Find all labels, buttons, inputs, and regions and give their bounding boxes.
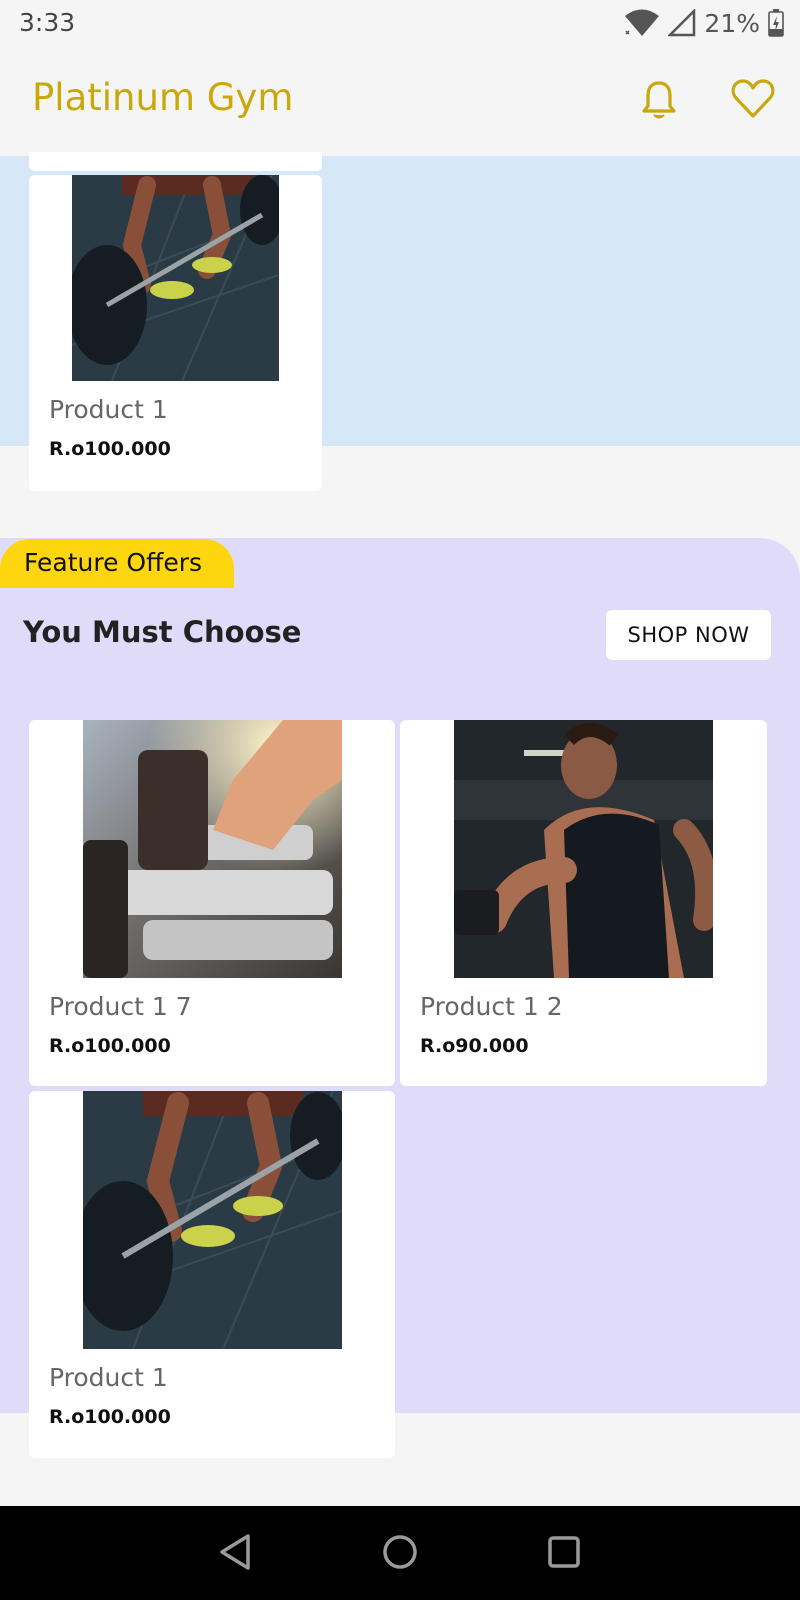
cell-signal-icon [668,9,696,37]
product-price: R.o90.000 [420,1035,529,1057]
product-card-partial[interactable] [29,152,322,171]
status-icons: 21% [624,6,784,40]
feature-offers-tag: Feature Offers [0,539,234,588]
wifi-icon [625,9,660,36]
back-icon[interactable] [218,1532,252,1572]
man-bicep-curl-photo [454,720,713,978]
product-image [83,1091,342,1349]
feature-offers-label: Feature Offers [24,548,203,577]
deadlift-barbell-photo [72,175,279,381]
status-time: 3:33 [19,8,76,37]
section-title: You Must Choose [23,615,302,649]
product-name: Product 1 7 [49,992,192,1021]
product-name: Product 1 [49,1363,168,1392]
bell-icon[interactable] [636,76,682,122]
battery-percent: 21% [704,8,760,38]
product-image [72,175,279,381]
battery-charging-icon [768,9,784,37]
status-bar: 3:33 21% [0,0,800,48]
heart-icon[interactable] [730,76,776,122]
product-card[interactable]: Product 1 7 R.o100.000 [29,720,395,1086]
product-name: Product 1 [49,395,168,424]
shop-now-button[interactable]: SHOP NOW [606,610,771,660]
product-name: Product 1 2 [420,992,563,1021]
app-bar: Platinum Gym [0,48,800,156]
home-icon[interactable] [382,1532,418,1572]
app-title: Platinum Gym [32,76,294,119]
product-image [454,720,713,978]
product-card[interactable]: Product 1 R.o100.000 [29,1091,395,1458]
system-nav-bar [0,1506,800,1600]
product-card[interactable]: Product 1 2 R.o90.000 [400,720,767,1086]
product-image [83,720,342,978]
deadlift-barbell-photo [83,1091,342,1349]
product-price: R.o100.000 [49,438,171,460]
product-price: R.o100.000 [49,1035,171,1057]
recents-icon[interactable] [547,1532,581,1572]
dumbbell-rack-photo [83,720,342,978]
product-price: R.o100.000 [49,1406,171,1428]
product-card[interactable]: Product 1 R.o100.000 [29,175,322,491]
